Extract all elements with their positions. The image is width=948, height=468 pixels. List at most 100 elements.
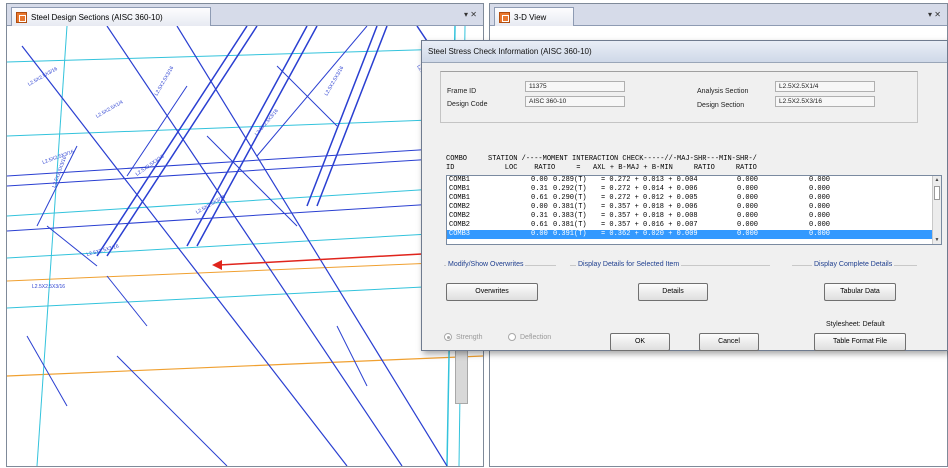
member-label: L2.5X2.5X3/16	[27, 66, 59, 88]
cell-ratio: 0.381(T)	[553, 221, 587, 229]
cell-loc: 0.61	[531, 194, 548, 202]
cell-combo: COMB2	[449, 212, 471, 220]
cell-ratio: 0.292(T)	[553, 185, 587, 193]
cell-eq: = 0.357 + 0.018 + 0.006	[601, 203, 698, 211]
scroll-thumb[interactable]	[934, 186, 940, 200]
cell-min: 0.000	[809, 221, 831, 229]
member-label: L2.5X2.5X3/16	[195, 194, 227, 216]
model-view-icon	[16, 11, 27, 23]
frame-id-label: Frame ID	[447, 88, 477, 95]
member-label: L2.5X2.5X3/16	[86, 244, 120, 258]
complete-details-group: Display Complete Details	[792, 261, 917, 268]
cell-combo: COMB3	[449, 230, 471, 238]
cell-ratio: 0.290(T)	[553, 194, 587, 202]
cell-eq: = 0.272 + 0.012 + 0.005	[601, 194, 698, 202]
frame-grid-lines	[7, 26, 483, 466]
cell-min: 0.000	[809, 176, 831, 184]
table-row[interactable]: COMB1 0.31 0.292(T) = 0.272 + 0.014 + 0.006…	[447, 185, 941, 194]
steel-design-sections-pane: Steel Design Sections (AISC 360-10) ▾ ✕	[6, 3, 484, 467]
cell-loc: 0.00	[531, 203, 548, 211]
steel-members	[7, 26, 483, 466]
details-group: Display Details for Selected Item	[570, 261, 770, 268]
radio-selected-icon	[444, 333, 452, 341]
frame-id-value: 11375	[525, 81, 625, 92]
dialog-title: Steel Stress Check Information (AISC 360…	[422, 41, 947, 63]
table-row[interactable]: COMB2 0.61 0.381(T) = 0.357 + 0.016 + 0.007…	[447, 221, 941, 230]
cell-loc: 0.31	[531, 212, 548, 220]
tab-3d-view[interactable]: 3-D View	[494, 7, 574, 26]
cell-eq: = 0.272 + 0.014 + 0.006	[601, 185, 698, 193]
cancel-button[interactable]: Cancel	[699, 333, 759, 351]
member-label: L2.5X2.5X3/16	[324, 65, 346, 97]
overwrites-group-title: Modify/Show Overwrites	[446, 261, 526, 268]
cell-loc: 0.00	[531, 230, 548, 238]
header-line-1: COMBO STATION /----MOMENT INTERACTION CH…	[446, 155, 757, 163]
cell-eq: = 0.272 + 0.013 + 0.004	[601, 176, 698, 184]
strength-label: Strength	[456, 333, 483, 341]
cell-maj: 0.000	[737, 194, 759, 202]
details-group-title: Display Details for Selected Item	[576, 261, 682, 268]
3d-view-icon	[499, 11, 510, 23]
cell-min: 0.000	[809, 212, 831, 220]
cell-eq: = 0.362 + 0.020 + 0.009	[601, 230, 698, 238]
table-format-file-button[interactable]: Table Format File	[814, 333, 906, 351]
stress-check-results-list[interactable]: COMB1 0.00 0.289(T) = 0.272 + 0.013 + 0.004…	[446, 175, 942, 245]
structure-drawing: L2.5X2.5X3/16 L2.5X2.5X1/4 L2.5X2.5X3/16 L2…	[7, 26, 483, 466]
radio-unselected-icon	[508, 333, 516, 341]
complete-details-group-title: Display Complete Details	[812, 261, 895, 268]
design-section-label: Design Section	[697, 102, 745, 109]
deflection-label: Deflection	[520, 333, 552, 341]
tab-label: Steel Design Sections (AISC 360-10)	[31, 12, 163, 22]
member-label: L2.5X2.5X3/16	[32, 284, 65, 290]
cell-ratio: 0.289(T)	[553, 176, 587, 184]
design-code-value: AISC 360-10	[525, 96, 625, 107]
cell-ratio: 0.381(T)	[553, 203, 587, 211]
cell-ratio: 0.383(T)	[553, 212, 587, 220]
scroll-down-icon[interactable]: ▼	[933, 236, 941, 244]
left-tabbar: Steel Design Sections (AISC 360-10) ▾ ✕	[7, 4, 483, 26]
cell-combo: COMB1	[449, 185, 471, 193]
model-canvas[interactable]: L2.5X2.5X3/16 L2.5X2.5X1/4 L2.5X2.5X3/16 L2…	[7, 26, 483, 466]
table-row[interactable]: COMB2 0.00 0.381(T) = 0.357 + 0.018 + 0.006…	[447, 203, 941, 212]
cell-min: 0.000	[809, 230, 831, 238]
cell-maj: 0.000	[737, 221, 759, 229]
tab-steel-design-sections[interactable]: Steel Design Sections (AISC 360-10)	[11, 7, 211, 26]
pane-menu-close-icon[interactable]: ▾ ✕	[928, 10, 941, 19]
cell-min: 0.000	[809, 203, 831, 211]
cell-eq: = 0.357 + 0.018 + 0.008	[601, 212, 698, 220]
pane-menu-close-icon[interactable]: ▾ ✕	[464, 10, 477, 19]
table-row[interactable]: COMB2 0.31 0.383(T) = 0.357 + 0.018 + 0.008…	[447, 212, 941, 221]
cell-ratio: 0.391(T)	[553, 230, 587, 238]
frame-info-panel: Frame ID 11375 Design Code AISC 360-10 A…	[440, 71, 918, 123]
design-code-label: Design Code	[447, 101, 488, 108]
cell-eq: = 0.357 + 0.016 + 0.007	[601, 221, 698, 229]
strength-radio[interactable]: Strength	[444, 333, 482, 341]
cell-maj: 0.000	[737, 212, 759, 220]
results-scrollbar[interactable]: ▲ ▼	[932, 176, 941, 244]
cell-loc: 0.00	[531, 176, 548, 184]
cell-loc: 0.31	[531, 185, 548, 193]
table-row[interactable]: COMB1 0.61 0.290(T) = 0.272 + 0.012 + 0.005…	[447, 194, 941, 203]
overwrites-group: Modify/Show Overwrites	[444, 261, 556, 268]
stylesheet-label: Stylesheet: Default	[826, 321, 885, 328]
cell-combo: COMB2	[449, 221, 471, 229]
table-row[interactable]: COMB1 0.00 0.289(T) = 0.272 + 0.013 + 0.004…	[447, 176, 941, 185]
scroll-handle[interactable]	[455, 349, 468, 404]
details-button[interactable]: Details	[638, 283, 708, 301]
cell-loc: 0.61	[531, 221, 548, 229]
design-section-value: L2.5X2.5X3/16	[775, 96, 875, 107]
tabular-data-button[interactable]: Tabular Data	[824, 283, 896, 301]
cell-maj: 0.000	[737, 185, 759, 193]
scroll-up-icon[interactable]: ▲	[933, 176, 941, 184]
overwrites-button[interactable]: Overwrites	[446, 283, 538, 301]
cell-min: 0.000	[809, 194, 831, 202]
cell-maj: 0.000	[737, 176, 759, 184]
cell-maj: 0.000	[737, 230, 759, 238]
deflection-radio[interactable]: Deflection	[508, 333, 551, 341]
steel-stress-check-dialog: Steel Stress Check Information (AISC 360…	[421, 40, 948, 351]
tab-label: 3-D View	[514, 12, 547, 22]
results-header: COMBO STATION /----MOMENT INTERACTION CH…	[446, 155, 757, 173]
table-row[interactable]: COMB3 0.00 0.391(T) = 0.362 + 0.020 + 0.009…	[447, 230, 941, 239]
header-line-2: ID LOC RATIO = AXL + B-MAJ + B-MIN RATIO…	[446, 164, 757, 172]
ok-button[interactable]: OK	[610, 333, 670, 351]
